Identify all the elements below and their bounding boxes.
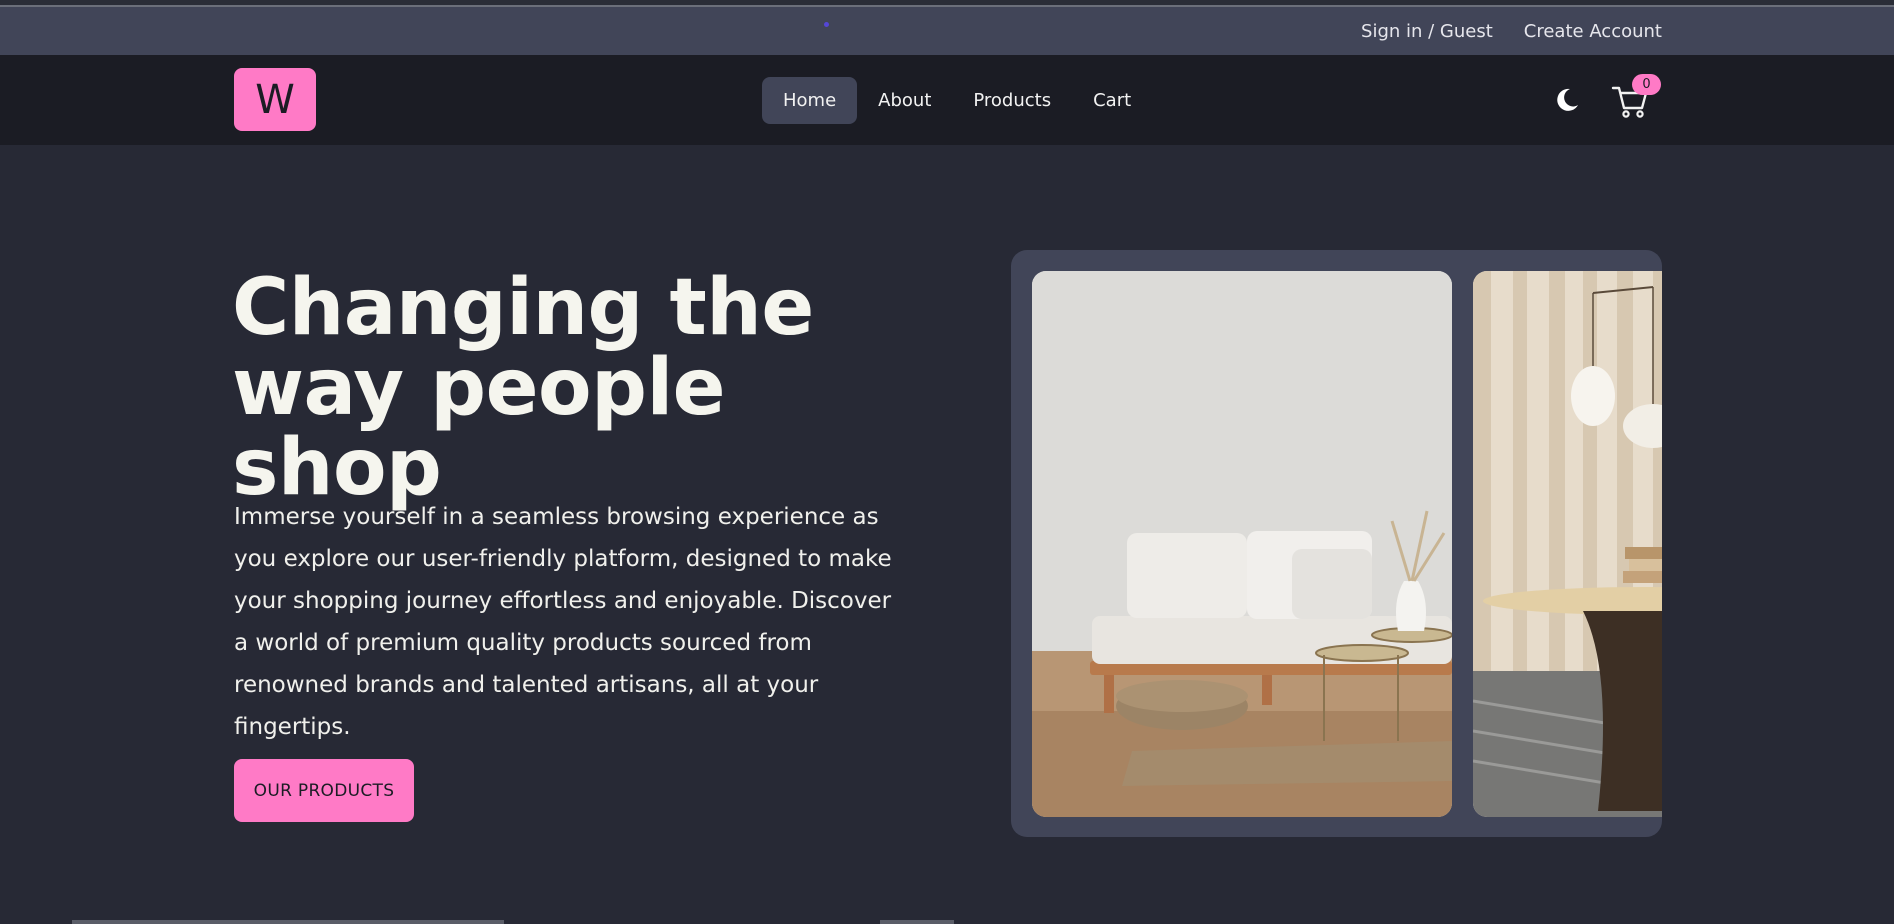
hero-description: Immerse yourself in a seamless browsing … — [234, 504, 892, 740]
nav-menu: Home About Products Cart — [762, 77, 1152, 124]
hero-title: Changing the way people shop — [232, 268, 912, 508]
indicator-dot — [824, 22, 829, 27]
cart-count-badge: 0 — [1632, 74, 1661, 95]
round-table-pendant-lamps-image — [1473, 271, 1662, 817]
nav-item-about[interactable]: About — [857, 77, 952, 124]
hero-title-line-1: Changing the — [232, 263, 814, 353]
carousel-slide-table — [1473, 271, 1662, 817]
top-bar: Sign in / Guest Create Account — [0, 7, 1894, 55]
logo-button[interactable]: W — [234, 68, 316, 131]
nav-item-home[interactable]: Home — [762, 77, 858, 124]
main-navbar: W Home About Products Cart 0 — [0, 55, 1894, 145]
moon-icon — [1557, 88, 1578, 111]
image-carousel[interactable] — [1011, 250, 1662, 837]
our-products-button[interactable]: OUR PRODUCTS — [234, 759, 414, 822]
bottom-scroll-indicator — [72, 920, 504, 924]
bottom-scroll-indicator-2 — [880, 920, 954, 924]
create-account-link[interactable]: Create Account — [1524, 21, 1662, 42]
sign-in-link[interactable]: Sign in / Guest — [1361, 21, 1493, 42]
account-links: Sign in / Guest Create Account — [1361, 7, 1662, 55]
nav-item-cart[interactable]: Cart — [1072, 77, 1152, 124]
hero-title-line-2: way people shop — [232, 343, 726, 513]
browser-top-edge — [0, 0, 1894, 7]
nav-item-products[interactable]: Products — [952, 77, 1072, 124]
carousel-slide-sofa — [1032, 271, 1452, 817]
sofa-living-room-image — [1032, 271, 1452, 817]
theme-toggle-button[interactable] — [1552, 85, 1582, 115]
